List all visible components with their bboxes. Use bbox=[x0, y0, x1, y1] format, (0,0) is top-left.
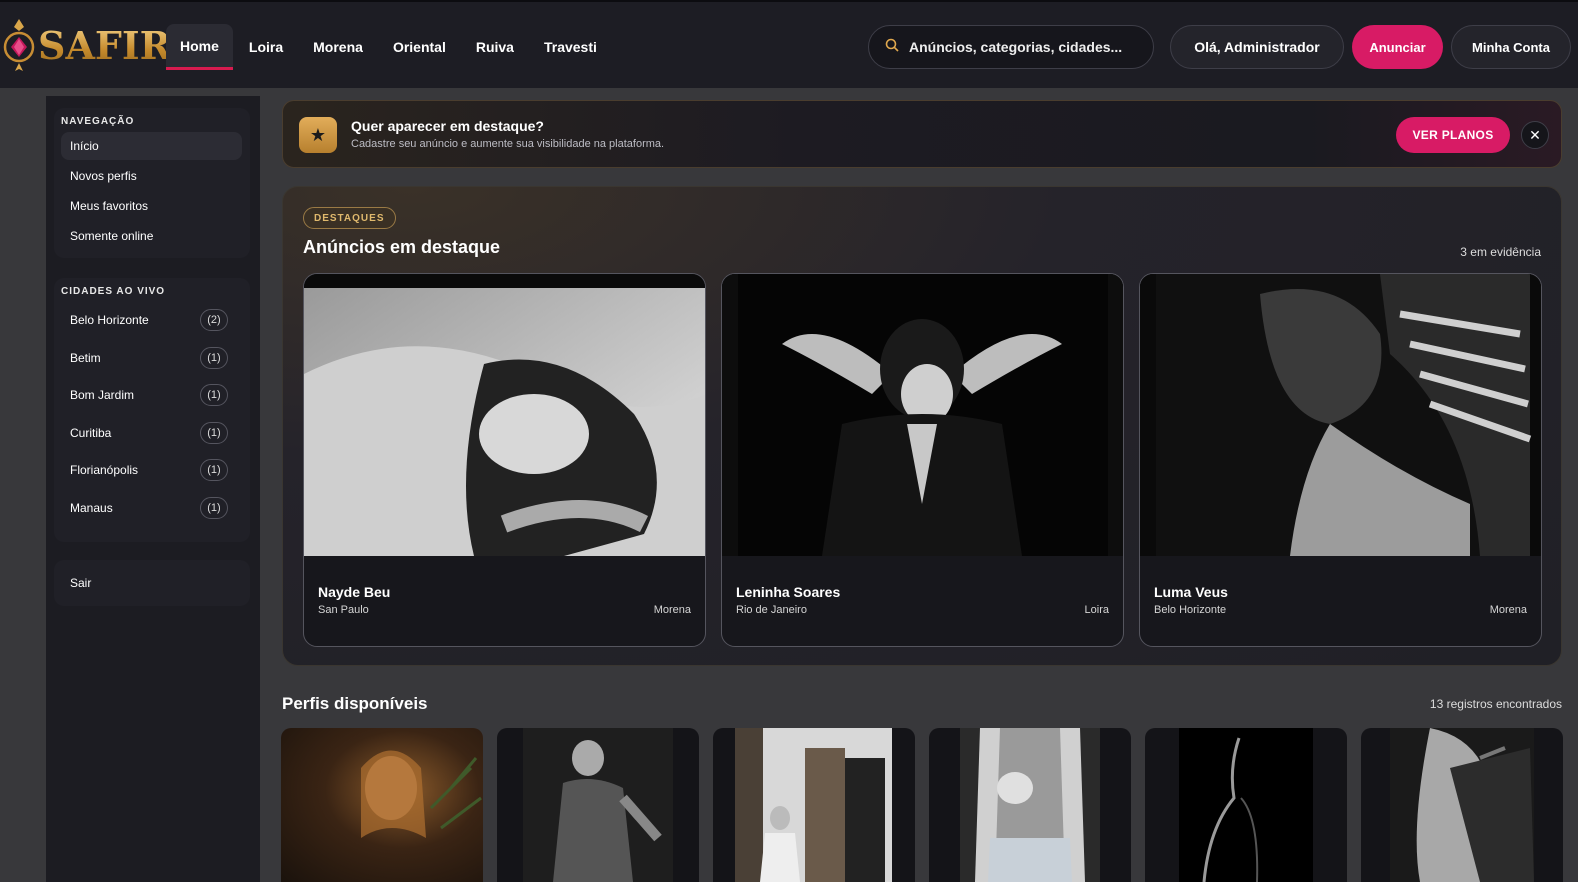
profile-card[interactable] bbox=[497, 728, 699, 882]
city-count: (1) bbox=[200, 384, 228, 406]
sidebar-item-novos-perfis[interactable]: Novos perfis bbox=[61, 162, 242, 190]
profile-photo bbox=[1179, 728, 1313, 882]
city-count: (2) bbox=[200, 309, 228, 331]
search-placeholder: Anúncios, categorias, cidades... bbox=[909, 39, 1123, 55]
profile-photo bbox=[735, 728, 892, 882]
nav-ruiva[interactable]: Ruiva bbox=[462, 24, 528, 70]
profile-card[interactable] bbox=[1145, 728, 1347, 882]
city-item[interactable]: Betim (1) bbox=[61, 344, 242, 372]
announce-button[interactable]: Anunciar bbox=[1352, 25, 1443, 69]
profile-photo bbox=[281, 728, 483, 882]
featured-tag: DESTAQUES bbox=[303, 207, 396, 229]
category-nav: Home Loira Morena Oriental Ruiva Travest… bbox=[166, 24, 613, 70]
featured-section: DESTAQUES Anúncios em destaque 3 em evid… bbox=[282, 186, 1562, 666]
featured-count: 3 em evidência bbox=[1460, 245, 1541, 259]
promo-banner: ★ Quer aparecer em destaque? Cadastre se… bbox=[282, 100, 1562, 168]
sidebar-nav-heading: NAVEGAÇÃO bbox=[61, 116, 135, 127]
sidebar-item-online[interactable]: Somente online bbox=[61, 222, 242, 250]
card-name: Leninha Soares bbox=[736, 584, 841, 600]
banner-title: Quer aparecer em destaque? bbox=[351, 118, 544, 134]
city-name: Curitiba bbox=[70, 426, 112, 440]
city-item[interactable]: Belo Horizonte (2) bbox=[61, 306, 242, 334]
city-count: (1) bbox=[200, 459, 228, 481]
profile-card[interactable] bbox=[281, 728, 483, 882]
sidebar-nav-section: NAVEGAÇÃO Início Novos perfis Meus favor… bbox=[54, 108, 250, 258]
sidebar: NAVEGAÇÃO Início Novos perfis Meus favor… bbox=[46, 96, 260, 882]
view-plans-button[interactable]: VER PLANOS bbox=[1396, 117, 1510, 153]
profile-photo bbox=[523, 728, 673, 882]
city-count: (1) bbox=[200, 347, 228, 369]
city-name: Betim bbox=[70, 351, 101, 365]
banner-subtitle: Cadastre seu anúncio e aumente sua visib… bbox=[351, 138, 665, 150]
card-city: Rio de Janeiro bbox=[736, 604, 807, 616]
profile-photo bbox=[1390, 728, 1534, 882]
card-city: Belo Horizonte bbox=[1154, 604, 1227, 616]
profile-card[interactable] bbox=[929, 728, 1131, 882]
gem-icon bbox=[2, 17, 36, 73]
city-item[interactable]: Bom Jardim (1) bbox=[61, 381, 242, 409]
top-bar: SAFIRA Home Loira Morena Oriental Ruiva … bbox=[0, 0, 1578, 88]
user-greeting-button[interactable]: Olá, Administrador bbox=[1170, 25, 1344, 69]
profiles-title: Perfis disponíveis bbox=[282, 694, 428, 713]
featured-card[interactable]: Nayde Beu San Paulo Morena bbox=[303, 273, 706, 647]
sidebar-cities-section: CIDADES AO VIVO Belo Horizonte (2) Betim (… bbox=[54, 278, 250, 542]
search-icon bbox=[885, 38, 899, 57]
sidebar-item-inicio[interactable]: Início bbox=[61, 132, 242, 160]
featured-card[interactable]: Luma Veus Belo Horizonte Morena bbox=[1139, 273, 1542, 647]
profile-photo bbox=[722, 274, 1123, 556]
card-name: Luma Veus bbox=[1154, 584, 1228, 600]
featured-title: Anúncios em destaque bbox=[303, 237, 501, 257]
profile-photo bbox=[960, 728, 1100, 882]
card-category: Morena bbox=[653, 604, 691, 616]
city-item[interactable]: Curitiba (1) bbox=[61, 419, 242, 447]
sidebar-logout-section: Sair bbox=[54, 560, 250, 606]
city-name: Florianópolis bbox=[70, 463, 139, 477]
nav-travesti[interactable]: Travesti bbox=[530, 24, 611, 70]
nav-loira[interactable]: Loira bbox=[235, 24, 297, 70]
profile-card[interactable] bbox=[713, 728, 915, 882]
profiles-count: 13 registros encontrados bbox=[1429, 697, 1562, 711]
card-name: Nayde Beu bbox=[318, 584, 391, 600]
city-name: Manaus bbox=[70, 501, 113, 515]
city-name: Bom Jardim bbox=[70, 388, 135, 402]
city-count: (1) bbox=[200, 497, 228, 519]
sidebar-item-favoritos[interactable]: Meus favoritos bbox=[61, 192, 242, 220]
search-input[interactable]: Anúncios, categorias, cidades... bbox=[868, 25, 1154, 69]
profile-photo bbox=[304, 274, 705, 556]
account-button[interactable]: Minha Conta bbox=[1451, 25, 1571, 69]
city-count: (1) bbox=[200, 422, 228, 444]
card-category: Loira bbox=[1084, 604, 1109, 616]
nav-home[interactable]: Home bbox=[166, 24, 233, 70]
card-city: San Paulo bbox=[318, 604, 369, 616]
nav-morena[interactable]: Morena bbox=[299, 24, 377, 70]
profile-card[interactable] bbox=[1361, 728, 1563, 882]
city-item[interactable]: Manaus (1) bbox=[61, 494, 242, 522]
sidebar-cities-heading: CIDADES AO VIVO bbox=[61, 286, 166, 297]
close-icon[interactable]: ✕ bbox=[1521, 121, 1549, 149]
star-icon: ★ bbox=[299, 117, 337, 153]
city-item[interactable]: Florianópolis (1) bbox=[61, 456, 242, 484]
city-name: Belo Horizonte bbox=[70, 313, 149, 327]
profile-photo bbox=[1140, 274, 1541, 556]
nav-oriental[interactable]: Oriental bbox=[379, 24, 460, 70]
featured-card[interactable]: Leninha Soares Rio de Janeiro Loira bbox=[721, 273, 1124, 647]
logout-button[interactable]: Sair bbox=[61, 569, 242, 597]
card-category: Morena bbox=[1489, 604, 1527, 616]
